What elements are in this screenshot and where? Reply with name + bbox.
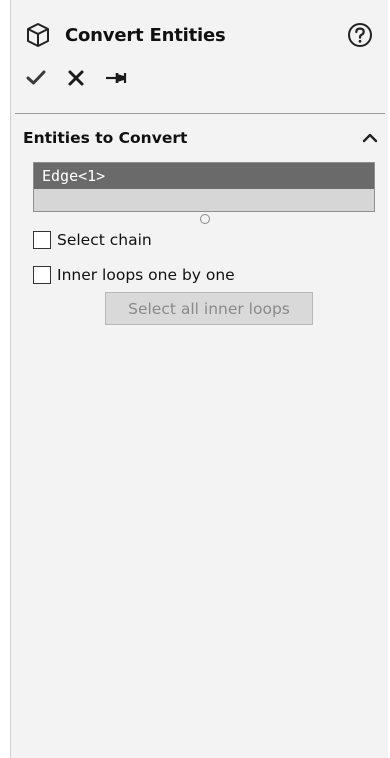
panel-title: Convert Entities	[65, 24, 226, 46]
panel-header: Convert Entities	[25, 20, 381, 50]
cube-icon	[27, 23, 49, 47]
close-icon	[68, 70, 84, 86]
entities-listbox[interactable]: Edge<1>	[33, 162, 375, 212]
select-all-inner-loops-button[interactable]: Select all inner loops	[105, 292, 313, 325]
select-chain-label: Select chain	[57, 231, 152, 249]
cancel-button[interactable]	[65, 67, 87, 89]
entities-to-convert-group: Entities to Convert Edge<1> Select chain…	[23, 125, 383, 325]
listbox-resize-handle[interactable]	[200, 214, 210, 224]
group-header[interactable]: Entities to Convert	[23, 125, 383, 151]
pushpin-icon	[106, 73, 127, 83]
inner-loops-label: Inner loops one by one	[57, 266, 235, 284]
pin-button[interactable]	[105, 67, 127, 89]
select-chain-option[interactable]: Select chain	[33, 231, 152, 249]
checkmark-icon	[26, 70, 46, 85]
property-manager-panel: Convert Entities Entities to Convert Edg…	[10, 0, 388, 758]
select-chain-checkbox[interactable]	[33, 231, 51, 249]
list-item[interactable]: Edge<1>	[34, 163, 374, 189]
group-title: Entities to Convert	[23, 129, 188, 147]
header-divider	[15, 113, 385, 114]
action-toolbar	[25, 66, 127, 90]
ok-button[interactable]	[25, 67, 47, 89]
inner-loops-checkbox[interactable]	[33, 266, 51, 284]
help-icon[interactable]	[347, 22, 373, 48]
chevron-up-icon[interactable]	[361, 129, 379, 147]
inner-loops-option[interactable]: Inner loops one by one	[33, 266, 235, 284]
